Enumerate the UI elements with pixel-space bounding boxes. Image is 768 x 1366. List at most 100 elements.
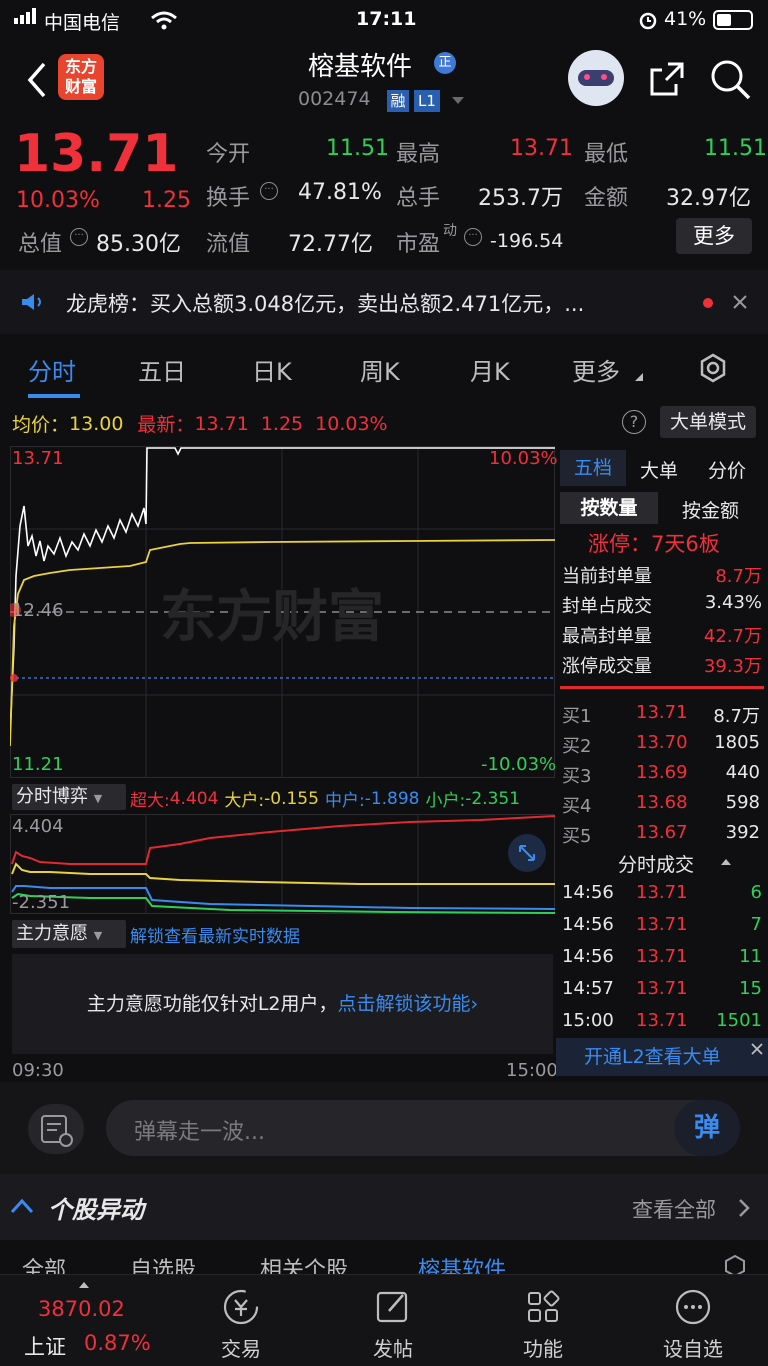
index-name[interactable]: 上证	[24, 1331, 66, 1361]
stat-label: 当前封单量	[562, 566, 652, 587]
trade-price: 13.71	[636, 946, 688, 967]
turnover-label: 换手	[206, 186, 251, 211]
trade-time: 14:56	[562, 914, 614, 935]
close-icon[interactable]	[750, 1042, 764, 1056]
trade-time: 14:56	[562, 946, 614, 967]
signal-icon	[14, 8, 36, 24]
l2-upgrade-banner[interactable]: 开通L2查看大单	[556, 1038, 768, 1076]
bid-volume: 598	[725, 792, 760, 813]
nav-post[interactable]: 发帖	[338, 1275, 448, 1362]
tab-price-dist[interactable]: 分价	[708, 456, 746, 483]
expand-icon[interactable]	[508, 834, 546, 872]
bid-label: 买4	[562, 796, 592, 817]
tab-by-volume[interactable]: 按数量	[560, 492, 658, 524]
caret-down-icon[interactable]	[451, 96, 465, 106]
trade-volume: 11	[739, 946, 762, 967]
caret-up-icon[interactable]	[720, 858, 732, 866]
bid-price[interactable]: 13.67	[636, 822, 688, 843]
tab-more[interactable]: 更多	[572, 352, 620, 387]
intent-selector[interactable]: 主力意愿 ▼	[12, 920, 126, 948]
danmu-send-button[interactable]: 弹	[674, 1100, 740, 1156]
info-icon[interactable]: ···	[260, 182, 278, 200]
level1-badge: L1	[414, 90, 440, 112]
index-percent[interactable]: 0.87%	[84, 1331, 151, 1355]
change-percent: 10.03%	[16, 188, 100, 213]
tab-five-day[interactable]: 五日	[138, 352, 186, 387]
tab-intraday[interactable]: 分时	[28, 352, 76, 387]
flow-small: -2.351	[465, 788, 521, 809]
chevron-right-icon[interactable]	[738, 1198, 750, 1218]
tab-monthly-k[interactable]: 月K	[470, 352, 510, 387]
help-icon[interactable]: ?	[622, 410, 646, 434]
search-icon[interactable]	[709, 58, 751, 100]
danmu-input[interactable]: 弹幕走一波... 弹	[106, 1100, 740, 1156]
turnover-value: 47.81%	[298, 180, 382, 205]
bid-volume: 8.7万	[713, 706, 760, 727]
stat-value: 39.3万	[703, 656, 762, 677]
eastmoney-logo[interactable]: 东方 财富	[58, 54, 104, 100]
more-button[interactable]: 更多	[676, 218, 752, 254]
price-chart[interactable]: 东方财富	[10, 446, 555, 778]
verified-badge-icon: 正	[434, 52, 456, 74]
bid-price[interactable]: 13.70	[636, 732, 688, 753]
info-icon[interactable]: ···	[70, 228, 88, 246]
view-all-link[interactable]: 查看全部	[632, 1194, 716, 1224]
quote-panel: 13.71 10.03% 1.25 今开 11.51 最高 13.71 最低 1…	[0, 120, 768, 270]
unlock-feature-link[interactable]: 点击解锁该功能	[338, 993, 471, 1015]
settings-icon[interactable]	[696, 352, 730, 386]
trade-time: 15:00	[562, 1010, 614, 1031]
trade-price: 13.71	[636, 978, 688, 999]
chevron-up-icon[interactable]	[10, 1198, 34, 1214]
tab-weekly-k[interactable]: 周K	[360, 352, 400, 387]
nav-add-watchlist[interactable]: 设自选	[638, 1275, 748, 1362]
high-value: 13.71	[510, 136, 573, 161]
stock-header: 东方 财富 榕基软件 正 002474 融 L1	[0, 40, 768, 120]
tab-daily-k[interactable]: 日K	[252, 352, 292, 387]
large-order-mode-button[interactable]: 大单模式	[660, 406, 756, 438]
alerts-header[interactable]: 个股异动 查看全部	[0, 1174, 768, 1240]
danmu-settings-icon[interactable]	[28, 1104, 84, 1154]
bid-label: 买5	[562, 826, 592, 847]
trade-time: 14:57	[562, 978, 614, 999]
nav-trade[interactable]: 交易	[186, 1275, 296, 1362]
stock-alerts-section: 个股异动 查看全部 全部 自选股 相关个股 榕基软件	[0, 1174, 768, 1283]
amount-label: 金额	[584, 186, 629, 211]
trade-volume: 15	[739, 978, 762, 999]
l2-lock-panel: 主力意愿功能仅针对L2用户，点击解锁该功能›	[12, 954, 553, 1054]
stock-name: 榕基软件	[308, 52, 413, 82]
tab-five-level[interactable]: 五档	[560, 450, 626, 486]
bid-price[interactable]: 13.71	[636, 702, 688, 723]
stat-label: 最高封单量	[562, 626, 652, 647]
axis-min-pct: -10.03%	[481, 754, 557, 775]
bid-price[interactable]: 13.69	[636, 762, 688, 783]
flow-chart[interactable]	[10, 814, 555, 914]
latest-change: 1.25	[260, 412, 304, 435]
bid-price[interactable]: 13.68	[636, 792, 688, 813]
pe-superscript: 动	[443, 223, 457, 239]
info-icon[interactable]: ···	[464, 228, 482, 246]
tab-large-orders[interactable]: 大单	[640, 456, 678, 483]
high-label: 最高	[396, 142, 441, 167]
battery-icon	[713, 10, 753, 30]
chart-info-bar: 均价： 13.00 最新： 13.71 1.25 10.03%	[12, 410, 388, 437]
index-value[interactable]: 3870.02	[38, 1297, 125, 1321]
close-icon[interactable]	[732, 294, 748, 310]
unlock-realtime-link[interactable]: 解锁查看最新实时数据	[130, 922, 300, 947]
assistant-avatar[interactable]	[568, 50, 624, 106]
share-icon[interactable]	[646, 58, 688, 100]
flow-selector[interactable]: 分时博弈 ▼	[12, 784, 126, 810]
stat-label: 涨停成交量	[562, 656, 652, 677]
nav-functions[interactable]: 功能	[488, 1275, 598, 1362]
open-label: 今开	[206, 142, 251, 167]
back-arrow-icon[interactable]	[24, 60, 48, 100]
tab-by-amount[interactable]: 按金额	[682, 496, 739, 523]
status-bar: 中国电信 17:11 41%	[0, 0, 768, 40]
stat-value: 3.43%	[704, 592, 762, 613]
dragon-tiger-banner[interactable]: 龙虎榜：买入总额3.048亿元，卖出总额2.471亿元，...	[0, 270, 768, 334]
flow-axis-max: 4.404	[12, 816, 64, 837]
bottom-toolbar: 3870.02 上证 0.87% 交易 发帖 功能 设自选	[0, 1274, 768, 1366]
time-start: 09:30	[12, 1060, 64, 1081]
trade-time: 14:56	[562, 882, 614, 903]
axis-max: 13.71	[12, 448, 64, 469]
flow-legend: 超大: 4.404 大户: -0.155 中户: -1.898 小户: -2.351	[130, 788, 521, 812]
